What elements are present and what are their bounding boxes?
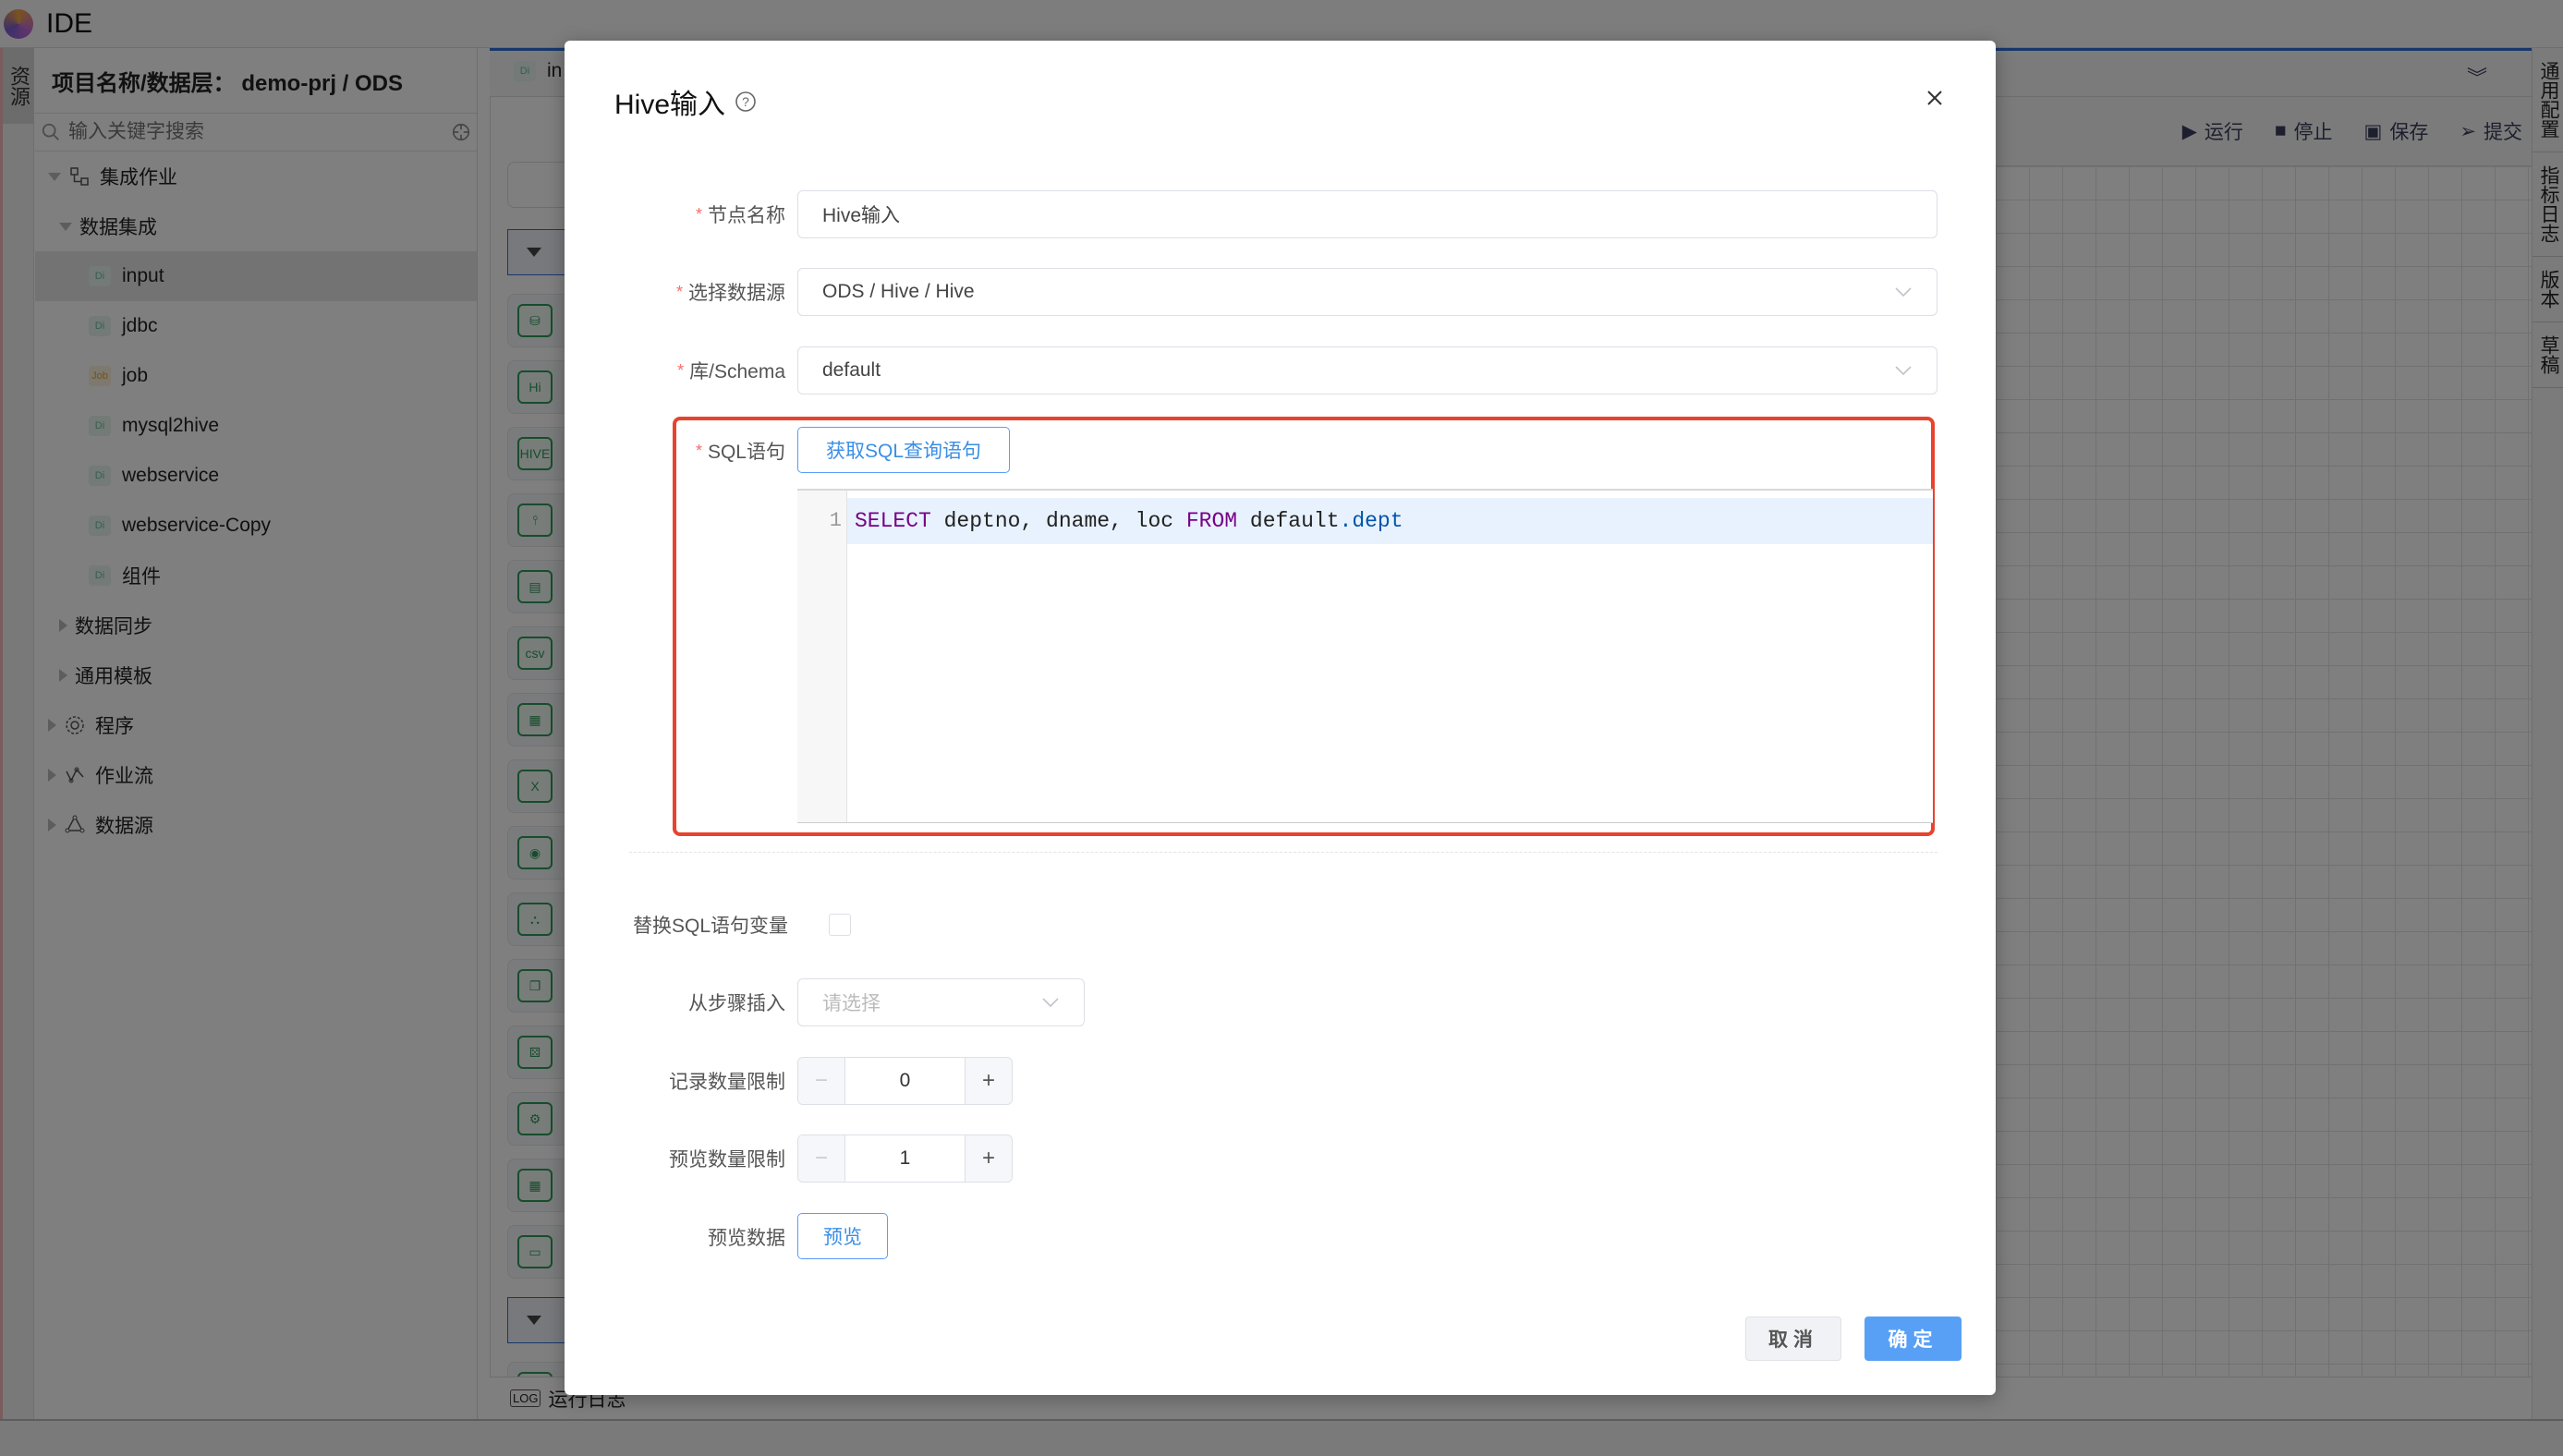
datasource-row: * 选择数据源 ODS / Hive / Hive: [565, 268, 1996, 316]
preview-limit-row: 预览数量限制 − 1 +: [565, 1134, 1996, 1183]
schema-label: * 库/Schema: [677, 360, 785, 383]
hive-input-dialog: Hive输入 ? *节点名称 *选择数据源 ODS / Hive / Hive …: [565, 41, 1996, 1395]
insert-from-step-select[interactable]: 请选择: [797, 978, 1085, 1026]
required-mark: *: [695, 204, 702, 224]
svg-text:?: ?: [742, 94, 749, 109]
schema-select[interactable]: default: [797, 346, 1937, 394]
datasource-value: ODS / Hive / Hive: [822, 281, 975, 302]
preview-data-row: 预览数据 预览: [565, 1213, 1996, 1261]
node-name-row: * 节点名称: [565, 190, 1996, 238]
node-name-input[interactable]: [822, 203, 1937, 225]
dialog-title: Hive输入 ?: [614, 81, 757, 122]
sql-code-line[interactable]: SELECT deptno, dname, loc FROM default.d…: [855, 498, 1403, 544]
schema-value: default: [822, 359, 881, 381]
sql-keyword-from: FROM: [1185, 509, 1238, 533]
datasource-label: * 选择数据源: [675, 282, 785, 305]
sql-editor[interactable]: 1 SELECT deptno, dname, loc FROM default…: [797, 489, 1933, 823]
preview-limit-value[interactable]: 1: [845, 1135, 965, 1182]
sql-label: * SQL语句: [695, 441, 785, 464]
sql-schema: default: [1237, 509, 1340, 533]
increment-button[interactable]: +: [965, 1058, 1012, 1104]
decrement-button[interactable]: −: [798, 1135, 845, 1182]
preview-button[interactable]: 预览: [797, 1213, 888, 1259]
insert-from-step-row: 从步骤插入 请选择: [565, 978, 1996, 1026]
sql-columns: deptno, dname, loc: [930, 509, 1186, 533]
sql-table: .dept: [1339, 509, 1403, 533]
chevron-down-icon: [1042, 998, 1059, 1008]
record-limit-stepper: − 0 +: [797, 1057, 1013, 1105]
replace-vars-row: 替换SQL语句变量: [565, 911, 1996, 939]
node-name-label: * 节点名称: [695, 204, 785, 227]
node-name-input-wrap: [797, 190, 1937, 238]
replace-vars-label: 替换SQL语句变量: [633, 916, 789, 937]
sql-keyword-select: SELECT: [855, 509, 931, 533]
close-icon[interactable]: [1924, 87, 1946, 109]
replace-vars-checkbox[interactable]: [829, 914, 851, 936]
record-limit-row: 记录数量限制 − 0 +: [565, 1057, 1996, 1105]
cancel-button[interactable]: 取消: [1745, 1316, 1841, 1361]
form-divider: [629, 852, 1937, 853]
preview-limit-stepper: − 1 +: [797, 1134, 1013, 1183]
chevron-down-icon: [1895, 287, 1912, 297]
fetch-sql-button[interactable]: 获取SQL查询语句: [797, 427, 1010, 473]
dialog-title-text: Hive输入: [614, 90, 726, 120]
required-mark: *: [675, 282, 683, 301]
help-icon[interactable]: ?: [735, 91, 757, 113]
select-placeholder: 请选择: [822, 993, 881, 1014]
sql-row: * SQL语句: [565, 427, 1996, 475]
insert-from-step-label: 从步骤插入: [688, 993, 785, 1014]
required-mark: *: [677, 360, 685, 380]
schema-row: * 库/Schema default: [565, 346, 1996, 394]
record-limit-value[interactable]: 0: [845, 1058, 965, 1104]
preview-limit-label: 预览数量限制: [669, 1149, 785, 1171]
chevron-down-icon: [1895, 366, 1912, 376]
datasource-select[interactable]: ODS / Hive / Hive: [797, 268, 1937, 316]
required-mark: *: [695, 441, 702, 460]
increment-button[interactable]: +: [965, 1135, 1012, 1182]
line-number: 1: [829, 509, 842, 532]
record-limit-label: 记录数量限制: [669, 1072, 785, 1093]
confirm-button[interactable]: 确定: [1865, 1316, 1962, 1361]
preview-data-label: 预览数据: [708, 1228, 785, 1249]
decrement-button[interactable]: −: [798, 1058, 845, 1104]
